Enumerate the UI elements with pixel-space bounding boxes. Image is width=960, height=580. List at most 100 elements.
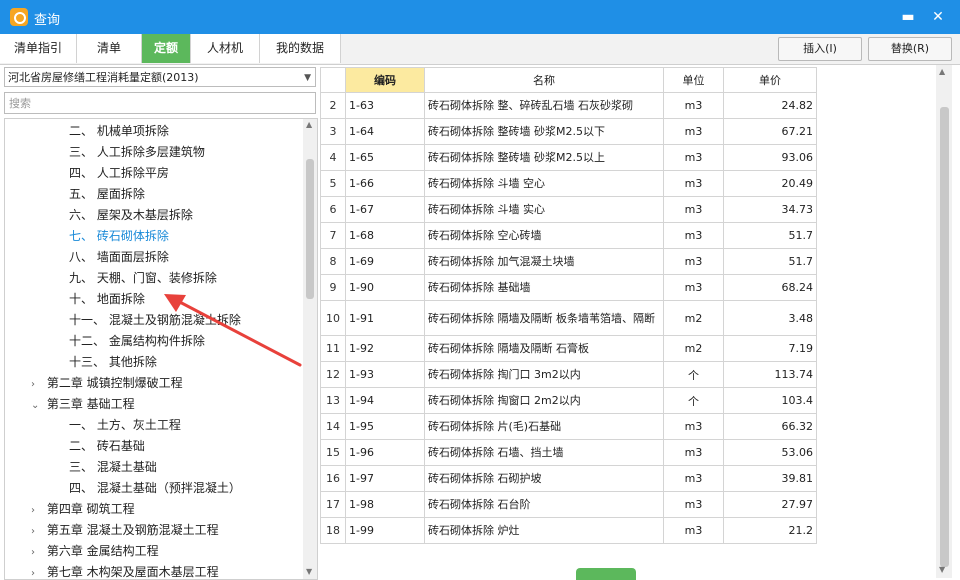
name-cell: 砖石砌体拆除 掏门口 3m2以内 [424,361,664,388]
unit-column-header[interactable]: 单位 [663,67,724,93]
tab-quota[interactable]: 定额 [142,34,191,63]
table-row[interactable]: 11 1-92 砖石砌体拆除 隔墙及隔断 石膏板 m2 7.19 [320,335,817,362]
row-number: 18 [320,517,346,544]
scroll-down-icon[interactable]: ▼ [939,565,945,574]
row-number: 6 [320,196,346,223]
chevron-right-icon[interactable]: › [31,521,43,542]
tree-node[interactable]: 四、 人工拆除平房 [69,163,169,184]
code-cell: 1-69 [345,248,425,275]
tree-chapter[interactable]: › 第二章 城镇控制爆破工程 [31,373,183,394]
tab-list[interactable]: 清单 [77,34,142,63]
replace-button[interactable]: 替换(R) [868,37,952,61]
row-number: 2 [320,92,346,119]
tab-my-data[interactable]: 我的数据 [260,34,341,63]
chevron-right-icon[interactable]: › [31,374,43,395]
chevron-down-icon: ▼ [304,73,311,83]
tree-scroll-thumb[interactable] [306,159,314,299]
chevron-right-icon[interactable]: › [31,563,43,579]
price-cell: 53.06 [723,439,817,466]
table-row[interactable]: 6 1-67 砖石砌体拆除 斗墙 实心 m3 34.73 [320,196,817,223]
tab-labor-material-machine[interactable]: 人材机 [191,34,260,63]
grid-scrollbar[interactable]: ▲ ▼ [936,65,952,578]
table-row[interactable]: 15 1-96 砖石砌体拆除 石墙、挡土墙 m3 53.06 [320,439,817,466]
table-row[interactable]: 18 1-99 砖石砌体拆除 炉灶 m3 21.2 [320,517,817,544]
unit-cell: m3 [663,465,724,492]
table-row[interactable]: 9 1-90 砖石砌体拆除 基础墙 m3 68.24 [320,274,817,301]
name-cell: 砖石砌体拆除 隔墙及隔断 石膏板 [424,335,664,362]
table-row[interactable]: 3 1-64 砖石砌体拆除 整砖墙 砂浆M2.5以下 m3 67.21 [320,118,817,145]
price-cell: 27.97 [723,491,817,518]
price-cell: 66.32 [723,413,817,440]
table-row[interactable]: 16 1-97 砖石砌体拆除 石砌护坡 m3 39.81 [320,465,817,492]
table-row[interactable]: 5 1-66 砖石砌体拆除 斗墙 空心 m3 20.49 [320,170,817,197]
row-number: 15 [320,439,346,466]
price-cell: 39.81 [723,465,817,492]
tree-node-selected[interactable]: 七、 砖石砌体拆除 [69,226,169,247]
price-cell: 113.74 [723,361,817,388]
name-column-header[interactable]: 名称 [424,67,664,93]
annotation-arrow-icon [164,294,302,367]
table-row[interactable]: 4 1-65 砖石砌体拆除 整砖墙 砂浆M2.5以上 m3 93.06 [320,144,817,171]
scroll-up-icon[interactable]: ▲ [306,120,312,129]
code-cell: 1-99 [345,517,425,544]
tree-node[interactable]: 三、 混凝土基础 [69,457,157,478]
tree-node[interactable]: 十三、 其他拆除 [69,352,157,373]
tree-node[interactable]: 四、 混凝土基础（预拌混凝土） [69,478,241,499]
tree-chapter[interactable]: › 第四章 砌筑工程 [31,499,135,520]
table-row[interactable]: 14 1-95 砖石砌体拆除 片(毛)石基础 m3 66.32 [320,413,817,440]
tree-node[interactable]: 二、 机械单项拆除 [69,121,169,142]
quota-library-select[interactable]: 河北省房屋修缮工程消耗量定额(2013) ▼ [4,67,316,87]
unit-cell: m3 [663,170,724,197]
search-input[interactable] [4,92,316,114]
name-cell: 砖石砌体拆除 整砖墙 砂浆M2.5以上 [424,144,664,171]
insert-button[interactable]: 插入(I) [778,37,862,61]
scroll-down-icon[interactable]: ▼ [306,567,312,576]
chevron-down-icon[interactable]: ⌄ [31,395,43,416]
bottom-expand-tab[interactable] [576,568,636,580]
name-cell: 砖石砌体拆除 石墙、挡土墙 [424,439,664,466]
tab-list-guide[interactable]: 清单指引 [0,34,77,63]
name-cell: 砖石砌体拆除 空心砖墙 [424,222,664,249]
name-cell: 砖石砌体拆除 炉灶 [424,517,664,544]
code-cell: 1-92 [345,335,425,362]
code-cell: 1-68 [345,222,425,249]
tree-chapter[interactable]: › 第五章 混凝土及钢筋混凝土工程 [31,520,219,541]
unit-cell: m3 [663,92,724,119]
row-number: 5 [320,170,346,197]
price-cell: 68.24 [723,274,817,301]
unit-cell: m3 [663,517,724,544]
tree-node[interactable]: 二、 砖石基础 [69,436,145,457]
quota-table: 编码 名称 单位 单价 2 1-63 砖石砌体拆除 整、碎砖乱石墙 石灰砂浆砌 m3 2… [320,67,817,544]
tree-node[interactable]: 三、 人工拆除多层建筑物 [69,142,205,163]
tree-node[interactable]: 六、 屋架及木基层拆除 [69,205,193,226]
price-column-header[interactable]: 单价 [723,67,817,93]
table-row[interactable]: 10 1-91 砖石砌体拆除 隔墙及隔断 板条墙苇箔墙、隔断 m2 3.48 [320,300,817,336]
table-row[interactable]: 12 1-93 砖石砌体拆除 掏门口 3m2以内个 113.74 [320,361,817,388]
row-number: 14 [320,413,346,440]
window-title: 查询 [34,13,61,28]
tree-chapter[interactable]: › 第七章 木构架及屋面木基层工程 [31,562,219,579]
chevron-right-icon[interactable]: › [31,500,43,521]
chevron-right-icon[interactable]: › [31,542,43,563]
table-row[interactable]: 17 1-98 砖石砌体拆除 石台阶 m3 27.97 [320,491,817,518]
row-number: 7 [320,222,346,249]
table-row[interactable]: 2 1-63 砖石砌体拆除 整、碎砖乱石墙 石灰砂浆砌 m3 24.82 [320,92,817,119]
table-row[interactable]: 8 1-69 砖石砌体拆除 加气混凝土块墙 m3 51.7 [320,248,817,275]
scroll-up-icon[interactable]: ▲ [939,67,945,76]
row-number: 4 [320,144,346,171]
tree-node[interactable]: 八、 墙面面层拆除 [69,247,169,268]
table-row[interactable]: 7 1-68 砖石砌体拆除 空心砖墙 m3 51.7 [320,222,817,249]
tree-node[interactable]: 五、 屋面拆除 [69,184,145,205]
name-cell: 砖石砌体拆除 石砌护坡 [424,465,664,492]
grid-scroll-thumb[interactable] [940,107,949,567]
tree-node[interactable]: 十、 地面拆除 [69,289,145,310]
close-icon[interactable]: ✕ [928,7,948,27]
table-row[interactable]: 13 1-94 砖石砌体拆除 掏窗口 2m2以内个 103.4 [320,387,817,414]
code-column-header[interactable]: 编码 [345,67,425,93]
tree-node[interactable]: 一、 土方、灰土工程 [69,415,181,436]
minimize-icon[interactable]: ▬ [898,7,918,27]
code-cell: 1-94 [345,387,425,414]
tree-chapter[interactable]: ⌄ 第三章 基础工程 [31,394,135,415]
quota-grid-panel: 编码 名称 单位 单价 2 1-63 砖石砌体拆除 整、碎砖乱石墙 石灰砂浆砌 m3 2… [320,65,960,580]
tree-chapter[interactable]: › 第六章 金属结构工程 [31,541,159,562]
